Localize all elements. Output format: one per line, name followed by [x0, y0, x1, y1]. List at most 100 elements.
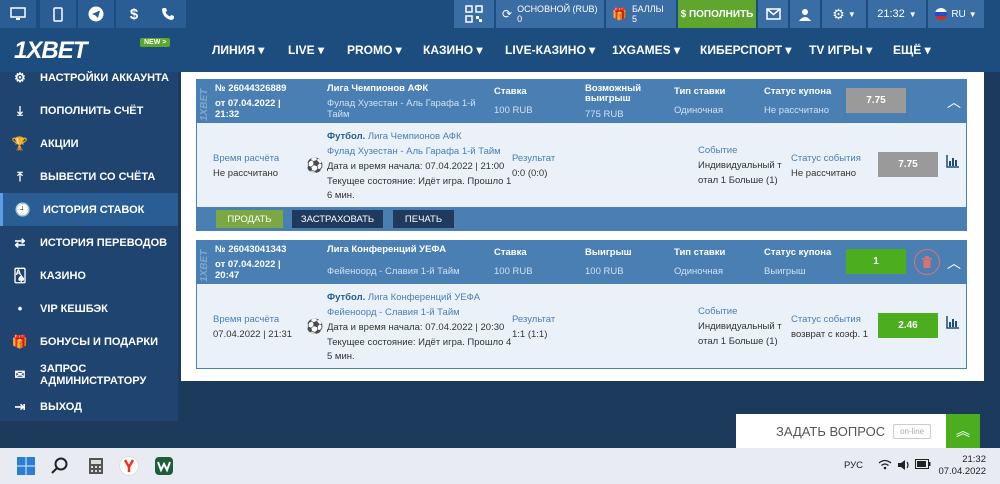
soccer-ball-icon: ⚽: [306, 318, 324, 334]
sidebar-item-vip-cashback[interactable]: • VIP КЕШБЭК: [0, 292, 178, 325]
chevron-up-icon[interactable]: ︽: [946, 414, 980, 448]
sidebar-item-logout[interactable]: ⇥ ВЫХОД: [0, 390, 178, 423]
chevron-down-icon: ▼: [908, 9, 917, 19]
coupon-header[interactable]: 1XBET № 26044326889 от 07.04.2022 | 21:3…: [197, 80, 966, 123]
calc-time-label: Время расчёта: [213, 153, 280, 164]
stake-label: Ставка: [494, 247, 527, 258]
volume-icon[interactable]: [897, 459, 911, 474]
sidebar-item-settings[interactable]: ⚙ НАСТРОЙКИ АККАУНТА: [0, 61, 178, 94]
event-status-value: возврат с коэф. 1: [791, 329, 869, 340]
new-badge[interactable]: NEW >: [140, 38, 171, 47]
mail-icon[interactable]: [758, 0, 788, 28]
taskbar-clock[interactable]: 21:32 07.04.2022: [938, 454, 986, 478]
win-value: 100 RUB: [585, 266, 624, 277]
balance-account[interactable]: ⟳ ОСНОВНОЙ (RUB) 0: [496, 0, 604, 28]
settings-dropdown[interactable]: ⚙ ▼: [822, 0, 866, 28]
balance-value: 0: [517, 14, 523, 24]
nav-item-esports[interactable]: КИБЕРСПОРТ ▾: [700, 43, 791, 57]
online-status: on-line: [893, 423, 932, 439]
sidebar-item-bet-history[interactable]: 🕘 ИСТОРИЯ СТАВОК: [0, 193, 178, 226]
cards-icon: 🂡: [13, 267, 27, 283]
coupon-header[interactable]: 1XBET № 26043041343 от 07.04.2022 | 20:4…: [197, 241, 966, 284]
sidebar-item-promotions[interactable]: 🏆 АКЦИИ: [0, 127, 178, 160]
search-icon[interactable]: [48, 454, 72, 478]
statistics-icon[interactable]: [946, 155, 960, 171]
event-status-value: Не рассчитано: [791, 168, 857, 179]
wifi-icon[interactable]: [878, 459, 892, 473]
battery-icon[interactable]: [915, 459, 931, 472]
coupon-actions: ПРОДАТЬ ЗАСТРАХОВАТЬ ПЕЧАТЬ: [197, 207, 966, 230]
nav-item-live-casino[interactable]: LIVE-КАЗИНО ▾: [505, 43, 595, 57]
brand-watermark: 1XBET: [199, 88, 210, 121]
sidebar-item-bonuses[interactable]: 🎁 БОНУСЫ И ПОДАРКИ: [0, 325, 178, 358]
language-dropdown[interactable]: RU ▼: [928, 0, 984, 28]
brand-watermark: 1XBET: [199, 249, 210, 282]
sell-button[interactable]: ПРОДАТЬ: [216, 210, 283, 228]
print-button[interactable]: ПЕЧАТЬ: [393, 210, 454, 228]
chevron-up-icon[interactable]: ︿: [947, 253, 961, 273]
trash-icon: [922, 256, 932, 268]
windows-start-icon[interactable]: [14, 454, 38, 478]
coupon-number: № 26043041343: [215, 244, 287, 255]
telegram-icon[interactable]: [78, 0, 114, 28]
nav-item-tv-games[interactable]: TV ИГРЫ ▾: [809, 43, 872, 57]
trophy-icon: 🏆: [11, 135, 29, 151]
user-icon[interactable]: [790, 0, 820, 28]
refresh-icon[interactable]: ⟳: [502, 7, 512, 21]
sidebar-item-casino[interactable]: 🂡 КАЗИНО: [0, 259, 178, 292]
calc-time-value: Не рассчитано: [213, 168, 279, 179]
chevron-up-icon[interactable]: ︿: [947, 92, 961, 112]
nav-item-line[interactable]: ЛИНИЯ ▾: [212, 43, 264, 57]
event-value: Индивидуальный т: [698, 321, 782, 332]
phone-icon[interactable]: [150, 0, 186, 28]
calculator-icon[interactable]: [84, 454, 108, 478]
statistics-icon[interactable]: [946, 316, 960, 332]
event-sport-line[interactable]: Футбол. Лига Конференций УЕФА: [327, 292, 480, 303]
ask-question-widget[interactable]: ЗАДАТЬ ВОПРОС on-line ︽: [736, 414, 980, 448]
insure-button[interactable]: ЗАСТРАХОВАТЬ: [292, 210, 383, 228]
nav-item-more[interactable]: ЕЩЁ ▾: [893, 43, 931, 57]
coupon-match: Фейеноорд - Славия 1-й Тайм: [327, 266, 460, 277]
mobile-icon[interactable]: [40, 0, 76, 28]
bet-history-panel: 1XBET № 26044326889 от 07.04.2022 | 21:3…: [181, 72, 984, 381]
event-match[interactable]: Фулад Хузестан - Аль Гарафа 1-й Тайм: [327, 146, 501, 157]
nav-item-promo[interactable]: PROMO ▾: [347, 43, 402, 57]
sidebar-item-withdraw[interactable]: ⤒ ВЫВЕСТИ СО СЧЁТА: [0, 160, 178, 193]
yandex-browser-icon[interactable]: [117, 454, 141, 478]
nav-item-1xgames[interactable]: 1XGAMES ▾: [612, 43, 680, 57]
calc-time-label: Время расчёта: [213, 314, 280, 325]
bet-type-label: Тип ставки: [674, 86, 726, 97]
sidebar-item-deposit[interactable]: ⤓ ПОПОЛНИТЬ СЧЁТ: [0, 94, 178, 127]
coupon-coefficient: 1: [846, 249, 906, 274]
coupon-time: 21:32: [215, 109, 240, 120]
event-coefficient: 2.46: [878, 313, 938, 338]
coupon-details: Время расчёта Не рассчитано ⚽ Футбол. Ли…: [197, 123, 966, 207]
event-match[interactable]: Фейеноорд - Славия 1-й Тайм: [327, 307, 460, 318]
app-w-icon[interactable]: [152, 454, 176, 478]
flag-ru-icon: [935, 8, 948, 20]
nav-item-live[interactable]: LIVE ▾: [288, 43, 324, 57]
taskbar-date: 07.04.2022: [938, 466, 986, 477]
event-coefficient: 7.75: [878, 152, 938, 177]
event-value-2: отал 1 Больше (1): [698, 175, 778, 186]
deposit-button[interactable]: $ ПОПОЛНИТЬ: [678, 0, 756, 28]
time-dropdown[interactable]: 21:32 ▼: [868, 0, 926, 28]
sidebar-item-transfer-history[interactable]: ⇄ ИСТОРИЯ ПЕРЕВОДОВ: [0, 226, 178, 259]
bonus-points[interactable]: 🎁 БАЛЛЫ 5: [606, 0, 676, 28]
sidebar-item-admin-request[interactable]: ✉ ЗАПРОС АДМИНИСТРАТОРУ: [0, 358, 178, 391]
balance-label: ОСНОВНОЙ (RUB): [517, 4, 598, 14]
keyboard-language[interactable]: РУС: [844, 460, 863, 471]
bonus-value: 5: [631, 14, 637, 24]
qr-code-icon[interactable]: [454, 0, 494, 28]
windows-taskbar: РУС 21:32 07.04.2022: [0, 448, 1000, 484]
bet-coupon: 1XBET № 26043041343 от 07.04.2022 | 20:4…: [196, 240, 967, 369]
dollar-icon[interactable]: $: [116, 0, 152, 28]
bet-type-label: Тип ставки: [674, 247, 726, 258]
delete-coupon-button[interactable]: [914, 249, 940, 275]
event-sport-line[interactable]: Футбол. Лига Чемпионов АФК: [327, 131, 462, 142]
nav-item-casino[interactable]: КАЗИНО ▾: [423, 43, 483, 57]
upload-icon: ⤒: [17, 168, 23, 184]
calc-time-value: 07.04.2022 | 21:31: [213, 329, 293, 340]
desktop-icon[interactable]: [0, 0, 36, 28]
gift-icon: 🎁: [11, 333, 29, 349]
